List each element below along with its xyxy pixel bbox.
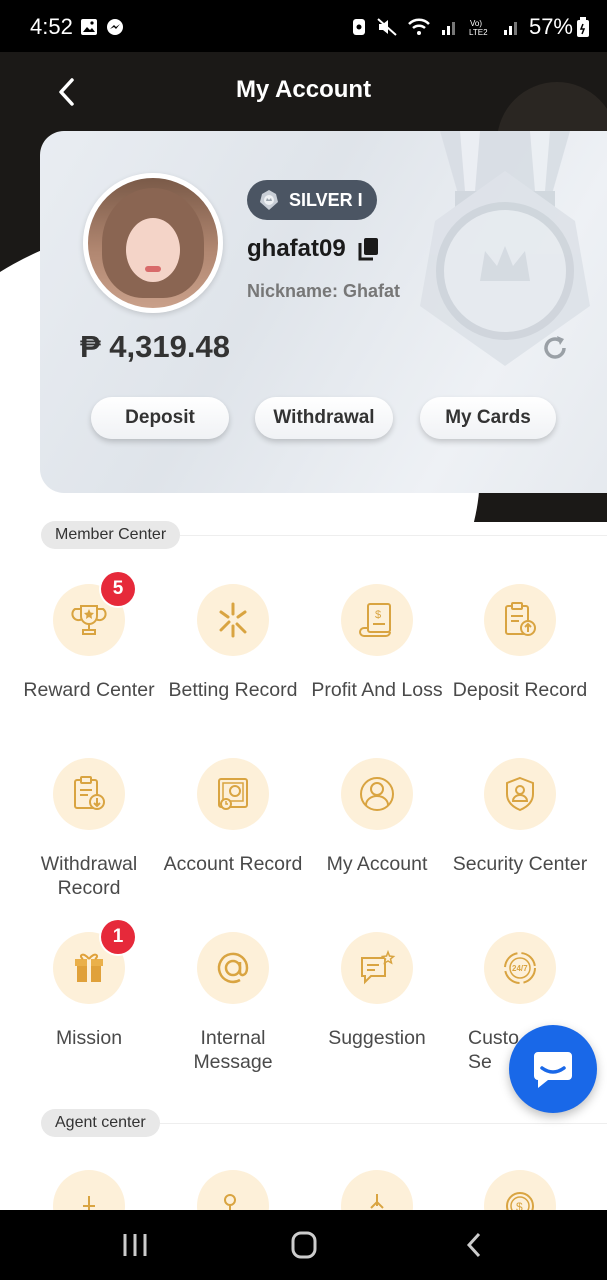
internal-message-label: Internal Message (193, 1027, 273, 1073)
username: ghafat09 (247, 235, 346, 262)
betting-record-label: Betting Record (168, 679, 298, 701)
agent-money-icon: $ (506, 1192, 534, 1210)
system-nav-bar (0, 1210, 607, 1280)
mission-badge: 1 (101, 920, 135, 954)
withdrawal-record-label: Withdrawal Record (40, 853, 138, 899)
security-center-label: Security Center (452, 853, 588, 875)
system-back-icon[interactable] (455, 1230, 495, 1260)
mission-item[interactable]: 1 Mission (17, 920, 161, 1050)
battery-text: 57% (528, 14, 573, 39)
account-card: SILVER I ghafat09 Nickname: Ghafat ₱ 4,3… (40, 131, 607, 493)
suggestion-label: Suggestion (328, 1027, 426, 1049)
silver-medal-icon (260, 190, 278, 210)
rank-label: SILVER I (289, 189, 363, 210)
profit-and-loss-item[interactable]: $ Profit And Loss (305, 584, 449, 702)
my-cards-button[interactable]: My Cards (420, 397, 556, 439)
agent-item-4[interactable]: $ (484, 1170, 556, 1210)
avatar[interactable] (83, 173, 223, 313)
receipt-icon: $ (359, 603, 391, 637)
member-center-label: Member Center (41, 521, 181, 549)
home-icon[interactable] (284, 1230, 324, 1260)
agent-icon-2 (224, 1194, 236, 1210)
signal-icon (442, 22, 455, 35)
profit-and-loss-label: Profit And Loss (311, 679, 443, 701)
my-account-item[interactable]: My Account (305, 758, 449, 876)
trophy-icon (71, 605, 107, 635)
suggestion-item[interactable]: Suggestion (305, 932, 449, 1050)
status-bar: 4:52 Vo) LTE2 57% (0, 0, 607, 52)
deposit-button[interactable]: Deposit (91, 397, 229, 439)
deposit-record-item[interactable]: Deposit Record (448, 584, 592, 702)
mute-icon (377, 18, 397, 36)
reward-center-item[interactable]: 5 Reward Center (17, 572, 161, 702)
withdrawal-button[interactable]: Withdrawal (255, 397, 393, 439)
agent-center-label: Agent center (41, 1109, 160, 1137)
battery-icon (577, 17, 589, 37)
betting-record-item[interactable]: Betting Record (161, 584, 305, 702)
refresh-icon[interactable] (540, 333, 570, 363)
agent-item-2[interactable] (197, 1170, 269, 1210)
chat-bubble-icon (534, 1052, 572, 1088)
support-24-7-icon: 24/7 (504, 952, 536, 984)
mission-label: Mission (55, 1027, 123, 1049)
my-account-label: My Account (326, 853, 428, 875)
svg-text:Vo): Vo) (470, 19, 482, 28)
agent-icon-1 (83, 1196, 95, 1210)
gift-icon (75, 953, 103, 982)
recent-apps-icon[interactable] (115, 1230, 155, 1260)
rank-badge: SILVER I (247, 180, 377, 220)
reward-badge: 5 (101, 572, 135, 606)
svg-text:24/7: 24/7 (512, 964, 528, 973)
agent-center-row: $ (0, 1170, 607, 1210)
user-icon (360, 777, 394, 811)
shield-user-icon (506, 776, 534, 812)
agent-icon-3 (370, 1194, 384, 1209)
gallery-icon (81, 19, 97, 35)
at-icon (217, 952, 249, 984)
copy-icon[interactable] (358, 237, 380, 261)
clipboard-download-icon (74, 776, 105, 810)
signal-2-icon (504, 22, 517, 35)
betting-icon (219, 602, 247, 638)
balance: ₱ 4,319.48 (80, 329, 230, 364)
account-record-item[interactable]: Account Record (161, 758, 305, 876)
live-chat-button[interactable] (509, 1025, 597, 1113)
internal-message-item[interactable]: Internal Message (161, 932, 305, 1074)
account-record-icon (218, 778, 248, 810)
page-title: My Account (235, 76, 372, 103)
reward-center-label: Reward Center (23, 679, 155, 701)
security-center-item[interactable]: Security Center (448, 758, 592, 876)
screen-lock-icon (353, 19, 365, 35)
svg-text:LTE2: LTE2 (469, 28, 488, 36)
agent-item-1[interactable] (53, 1170, 125, 1210)
chat-star-icon (361, 949, 396, 985)
deposit-record-label: Deposit Record (452, 679, 588, 701)
messenger-icon (107, 19, 123, 35)
nickname: Nickname: Ghafat (247, 281, 401, 301)
volte-icon: Vo)LTE2 (469, 19, 488, 36)
account-record-label: Account Record (163, 853, 303, 875)
wifi-icon (408, 18, 430, 35)
withdrawal-record-item[interactable]: Withdrawal Record (17, 758, 161, 900)
status-time: 4:52 (30, 14, 73, 39)
agent-item-3[interactable] (341, 1170, 413, 1210)
svg-text:$: $ (375, 609, 381, 621)
clipboard-upload-icon (505, 602, 536, 636)
medal-background-icon (420, 131, 590, 366)
svg-text:$: $ (516, 1200, 523, 1210)
